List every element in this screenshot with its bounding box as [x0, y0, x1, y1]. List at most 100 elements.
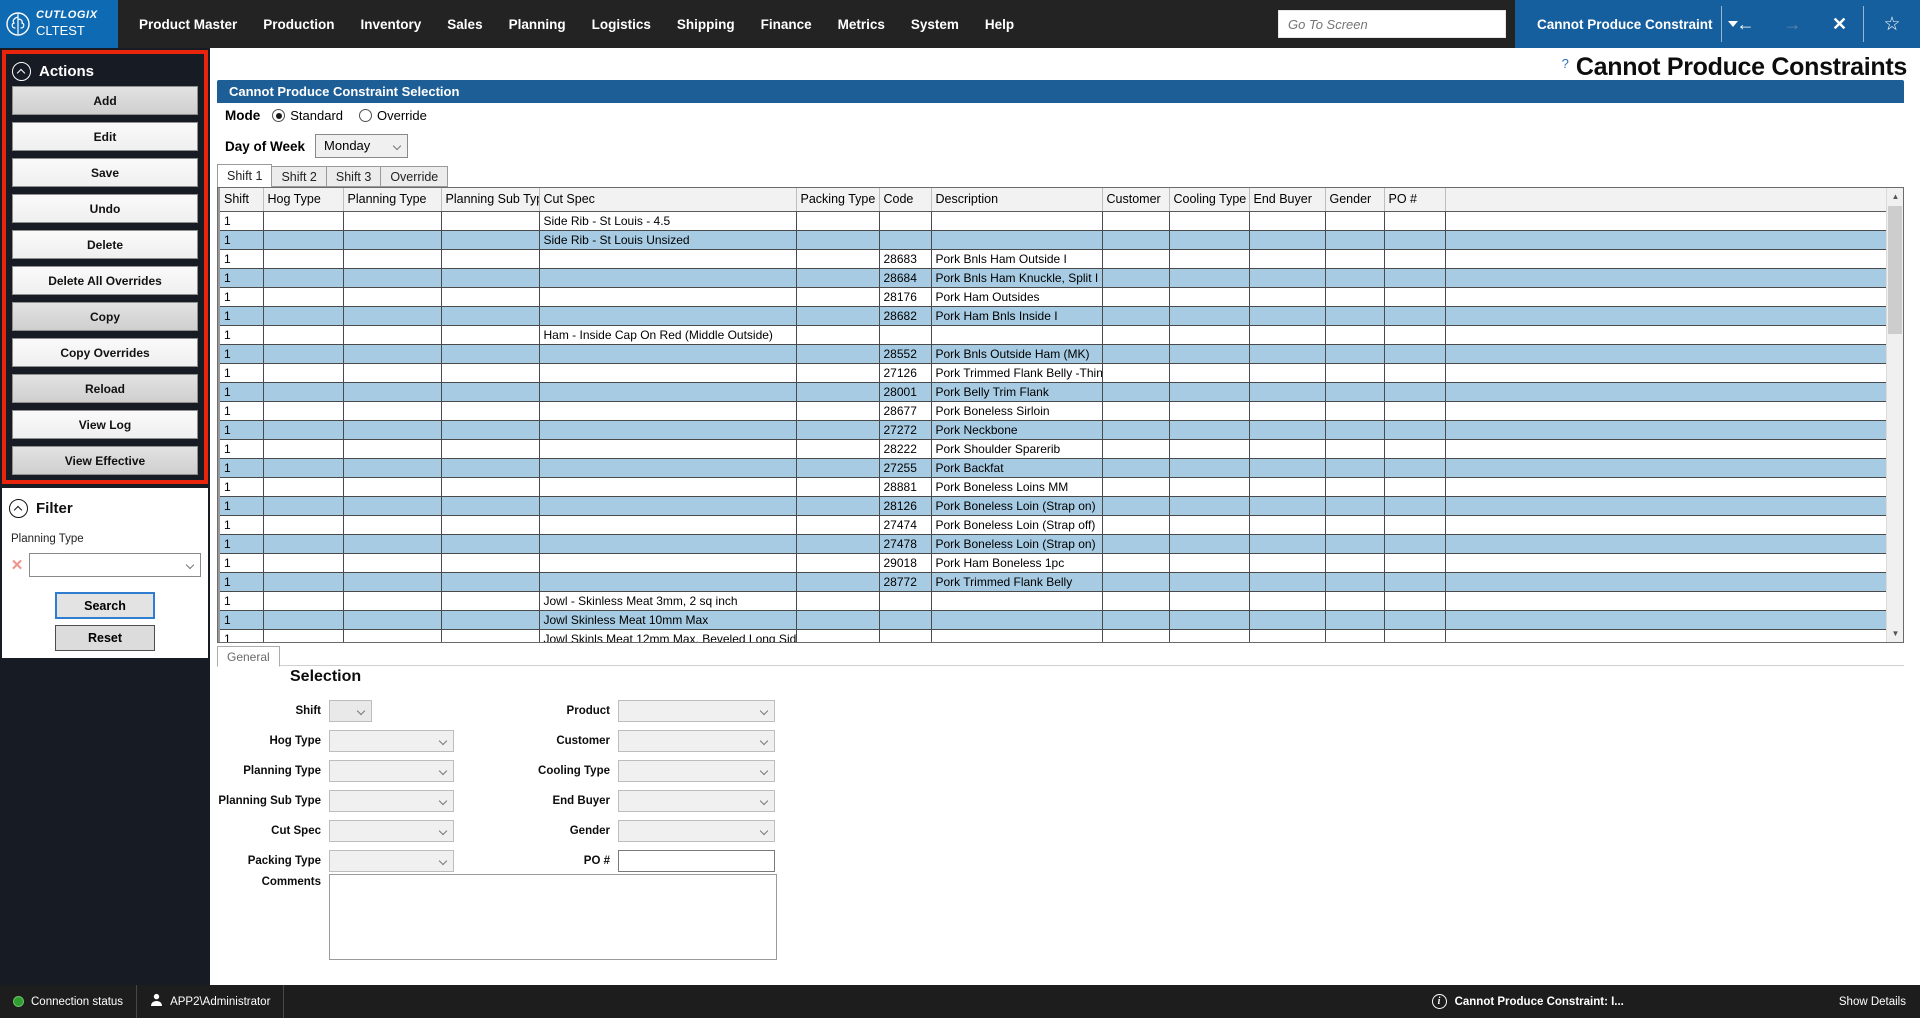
- grid-column-header[interactable]: Code: [879, 188, 931, 212]
- scrollbar-thumb[interactable]: [1888, 206, 1902, 334]
- grid-column-header[interactable]: Packing Type: [796, 188, 879, 212]
- radio-button-icon[interactable]: [359, 109, 372, 122]
- grid-row[interactable]: 1 28126 Pork Boneless Loin (Strap on): [220, 497, 1886, 516]
- actions-panel-header[interactable]: Actions: [12, 56, 198, 86]
- grid-row[interactable]: 1 Side Rib - St Louis - 4.5: [220, 212, 1886, 231]
- menu-item[interactable]: Production: [250, 17, 347, 32]
- field-select[interactable]: [329, 790, 454, 812]
- grid-row[interactable]: 1 28683 Pork Bnls Ham Outside I: [220, 250, 1886, 269]
- mode-radio-option[interactable]: Override: [359, 108, 427, 123]
- grid-row[interactable]: 1 27474 Pork Boneless Loin (Strap off): [220, 516, 1886, 535]
- shift-tab[interactable]: Shift 2: [271, 166, 326, 187]
- field-select[interactable]: [329, 820, 454, 842]
- show-details-link[interactable]: Show Details: [1839, 996, 1920, 1008]
- field-select[interactable]: [329, 700, 372, 722]
- grid-column-header[interactable]: Cooling Type: [1169, 188, 1249, 212]
- grid-row[interactable]: 1 Jowl Skinless Meat 10mm Max: [220, 611, 1886, 630]
- grid-row[interactable]: 1 29018 Pork Ham Boneless 1pc: [220, 554, 1886, 573]
- screen-selector-dropdown[interactable]: Cannot Produce Constraint: [1515, 0, 1721, 48]
- grid-row[interactable]: 1 Side Rib - St Louis Unsized: [220, 231, 1886, 250]
- action-button[interactable]: View Effective: [12, 446, 198, 475]
- shift-tab[interactable]: Shift 3: [326, 166, 381, 187]
- menu-item[interactable]: Help: [972, 17, 1027, 32]
- comments-textarea[interactable]: [329, 874, 777, 960]
- grid-row[interactable]: 1 28552 Pork Bnls Outside Ham (MK): [220, 345, 1886, 364]
- field-select[interactable]: [329, 850, 454, 872]
- favorite-star-button[interactable]: ☆: [1864, 0, 1920, 48]
- close-screen-button[interactable]: ✕: [1816, 0, 1863, 48]
- grid-column-header[interactable]: Planning Type: [343, 188, 441, 212]
- grid-row[interactable]: 1 28682 Pork Ham Bnls Inside I: [220, 307, 1886, 326]
- grid-column-header[interactable]: Gender: [1325, 188, 1384, 212]
- grid-row[interactable]: 1 28677 Pork Boneless Sirloin: [220, 402, 1886, 421]
- action-button[interactable]: Delete: [12, 230, 198, 259]
- grid-row[interactable]: 1 Jowl Skinls Meat 12mm Max, Beveled Lon…: [220, 630, 1886, 643]
- menu-item[interactable]: Product Master: [126, 17, 250, 32]
- field-select[interactable]: [618, 760, 775, 782]
- grid-column-header[interactable]: Shift: [220, 188, 263, 212]
- action-button[interactable]: Reload: [12, 374, 198, 403]
- menu-item[interactable]: Logistics: [579, 17, 664, 32]
- grid-column-header[interactable]: Planning Sub Type: [441, 188, 539, 212]
- general-tab[interactable]: General: [217, 646, 280, 667]
- menu-item[interactable]: Metrics: [825, 17, 898, 32]
- action-button[interactable]: Add: [12, 86, 198, 115]
- grid-column-header[interactable]: Description: [931, 188, 1102, 212]
- field-select[interactable]: [329, 760, 454, 782]
- menu-item[interactable]: Inventory: [348, 17, 435, 32]
- field-select[interactable]: [618, 730, 775, 752]
- scroll-down-arrow[interactable]: ▼: [1887, 625, 1904, 642]
- grid-row[interactable]: 1 28001 Pork Belly Trim Flank: [220, 383, 1886, 402]
- vertical-scrollbar[interactable]: ▲ ▼: [1886, 188, 1903, 642]
- grid-row[interactable]: 1 28881 Pork Boneless Loins MM: [220, 478, 1886, 497]
- field-select[interactable]: [618, 790, 775, 812]
- action-button[interactable]: Delete All Overrides: [12, 266, 198, 295]
- grid-row[interactable]: 1 28176 Pork Ham Outsides: [220, 288, 1886, 307]
- menu-item[interactable]: Planning: [496, 17, 579, 32]
- grid-column-header[interactable]: PO #: [1384, 188, 1445, 212]
- action-button[interactable]: View Log: [12, 410, 198, 439]
- shift-tab[interactable]: Override: [380, 166, 448, 187]
- grid-row[interactable]: 1 28684 Pork Bnls Ham Knuckle, Split I: [220, 269, 1886, 288]
- menu-item[interactable]: System: [898, 17, 972, 32]
- grid-row[interactable]: 1 27272 Pork Neckbone: [220, 421, 1886, 440]
- grid-row[interactable]: 1 27255 Pork Backfat: [220, 459, 1886, 478]
- filter-panel-header[interactable]: Filter: [9, 493, 201, 523]
- menu-item[interactable]: Shipping: [664, 17, 748, 32]
- action-button[interactable]: Copy: [12, 302, 198, 331]
- field-select[interactable]: [618, 850, 775, 872]
- grid-column-header[interactable]: End Buyer: [1249, 188, 1325, 212]
- navigate-back-button[interactable]: ←: [1722, 0, 1769, 48]
- shift-tab[interactable]: Shift 1: [217, 164, 272, 187]
- grid-row[interactable]: 1 27478 Pork Boneless Loin (Strap on): [220, 535, 1886, 554]
- radio-button-icon[interactable]: [272, 109, 285, 122]
- status-message[interactable]: i Cannot Produce Constraint: I...: [1432, 994, 1624, 1009]
- grid-row[interactable]: 1 28222 Pork Shoulder Sparerib: [220, 440, 1886, 459]
- grid-row[interactable]: 1 28772 Pork Trimmed Flank Belly: [220, 573, 1886, 592]
- field-select[interactable]: [618, 820, 775, 842]
- field-select[interactable]: [329, 730, 454, 752]
- search-button[interactable]: Search: [55, 592, 155, 619]
- mode-radio-option[interactable]: Standard: [272, 108, 343, 123]
- grid-column-header[interactable]: Hog Type: [263, 188, 343, 212]
- menu-item[interactable]: Sales: [434, 17, 495, 32]
- app-logo[interactable]: CUTLOGIX CLTEST: [0, 0, 118, 48]
- go-to-screen-input[interactable]: [1278, 10, 1506, 38]
- planning-type-filter-select[interactable]: [29, 553, 201, 577]
- scroll-up-arrow[interactable]: ▲: [1887, 188, 1904, 205]
- grid-row[interactable]: 1 Jowl - Skinless Meat 3mm, 2 sq inch: [220, 592, 1886, 611]
- grid-row[interactable]: 1 Ham - Inside Cap On Red (Middle Outsid…: [220, 326, 1886, 345]
- field-select[interactable]: [618, 700, 775, 722]
- action-button[interactable]: Edit: [12, 122, 198, 151]
- action-button[interactable]: Undo: [12, 194, 198, 223]
- grid-row[interactable]: 1 27126 Pork Trimmed Flank Belly -Thin: [220, 364, 1886, 383]
- clear-filter-icon[interactable]: ✕: [9, 556, 25, 574]
- day-of-week-select[interactable]: Monday: [315, 134, 408, 158]
- navigate-forward-button[interactable]: →: [1769, 0, 1816, 48]
- reset-button[interactable]: Reset: [55, 625, 155, 651]
- action-button[interactable]: Save: [12, 158, 198, 187]
- menu-item[interactable]: Finance: [748, 17, 825, 32]
- action-button[interactable]: Copy Overrides: [12, 338, 198, 367]
- grid-column-header[interactable]: Customer: [1102, 188, 1169, 212]
- grid-column-header[interactable]: Cut Spec: [539, 188, 796, 212]
